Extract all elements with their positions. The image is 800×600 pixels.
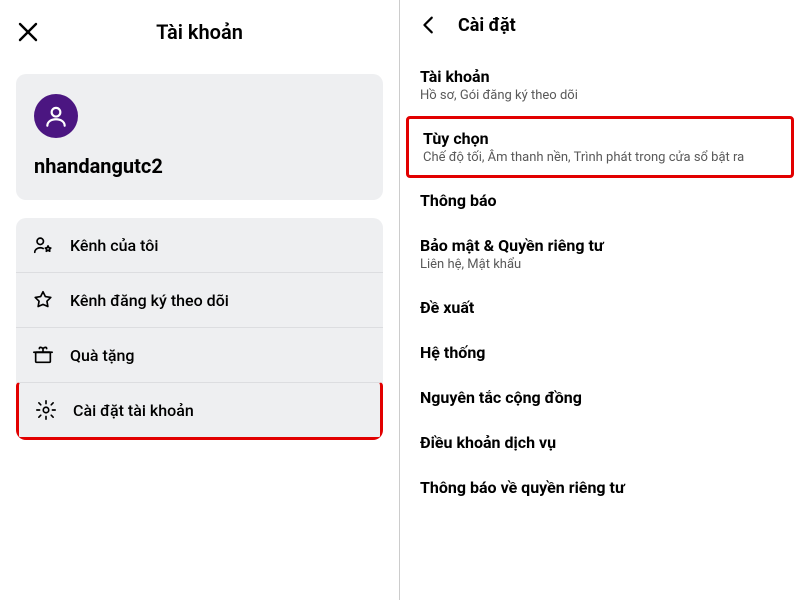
account-title: Tài khoản: [16, 20, 383, 44]
menu-item-label: Kênh đăng ký theo dõi: [70, 291, 229, 310]
settings-item-title: Thông báo: [420, 191, 780, 210]
settings-panel: Cài đặt Tài khoản Hồ sơ, Gói đăng ký the…: [400, 0, 800, 600]
gift-icon: [32, 344, 54, 366]
menu-item-label: Quà tặng: [70, 346, 134, 365]
settings-header: Cài đặt: [400, 14, 800, 50]
settings-item-privacy-notice[interactable]: Thông báo về quyền riêng tư: [400, 465, 800, 510]
account-menu: Kênh của tôi Kênh đăng ký theo dõi Q: [16, 218, 383, 440]
menu-item-subscriptions[interactable]: Kênh đăng ký theo dõi: [16, 272, 383, 327]
settings-item-title: Tùy chọn: [423, 129, 777, 148]
settings-item-notifications[interactable]: Thông báo: [400, 178, 800, 223]
username: nhandangutc2: [34, 154, 365, 178]
settings-item-title: Điều khoản dịch vụ: [420, 433, 780, 452]
user-star-icon: [32, 234, 54, 256]
settings-item-title: Thông báo về quyền riêng tư: [420, 478, 780, 497]
settings-item-title: Hệ thống: [420, 343, 780, 362]
menu-item-gifts[interactable]: Quà tặng: [16, 327, 383, 382]
menu-item-label: Kênh của tôi: [70, 236, 158, 255]
settings-item-security[interactable]: Bảo mật & Quyền riêng tư Liên hệ, Mật kh…: [400, 223, 800, 285]
settings-item-preferences[interactable]: Tùy chọn Chế độ tối, Âm thanh nền, Trình…: [406, 116, 794, 178]
settings-item-title: Đề xuất: [420, 298, 780, 317]
settings-list: Tài khoản Hồ sơ, Gói đăng ký theo dõi Tù…: [400, 50, 800, 510]
profile-card[interactable]: nhandangutc2: [16, 74, 383, 200]
menu-item-my-channel[interactable]: Kênh của tôi: [16, 218, 383, 272]
settings-item-sub: Chế độ tối, Âm thanh nền, Trình phát tro…: [423, 150, 777, 165]
settings-item-recommendations[interactable]: Đề xuất: [400, 285, 800, 330]
settings-item-community-guidelines[interactable]: Nguyên tắc cộng đồng: [400, 375, 800, 420]
settings-item-title: Tài khoản: [420, 67, 780, 86]
settings-item-title: Bảo mật & Quyền riêng tư: [420, 236, 780, 255]
settings-item-system[interactable]: Hệ thống: [400, 330, 800, 375]
menu-item-account-settings[interactable]: Cài đặt tài khoản: [16, 382, 383, 440]
settings-item-sub: Liên hệ, Mật khẩu: [420, 257, 780, 272]
settings-item-terms[interactable]: Điều khoản dịch vụ: [400, 420, 800, 465]
account-panel: Tài khoản nhandangutc2 Kênh của tôi: [0, 0, 400, 600]
settings-item-title: Nguyên tắc cộng đồng: [420, 388, 780, 407]
menu-item-label: Cài đặt tài khoản: [73, 401, 194, 420]
gear-icon: [35, 399, 57, 421]
avatar: [34, 94, 78, 138]
account-header: Tài khoản: [16, 16, 383, 48]
settings-item-account[interactable]: Tài khoản Hồ sơ, Gói đăng ký theo dõi: [400, 54, 800, 116]
settings-title: Cài đặt: [458, 15, 516, 36]
star-icon: [32, 289, 54, 311]
back-icon[interactable]: [418, 14, 440, 36]
settings-item-sub: Hồ sơ, Gói đăng ký theo dõi: [420, 88, 780, 103]
